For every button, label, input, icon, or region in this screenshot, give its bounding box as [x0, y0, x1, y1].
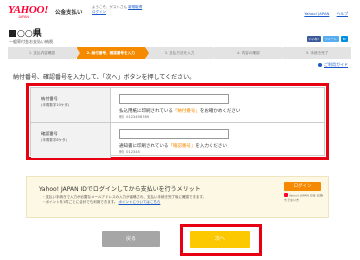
payment-number-label-text: 納付番号	[41, 96, 58, 101]
page-subtitle: 一般寄付金お支払い納税	[9, 39, 53, 44]
confirm-number-help-prefix: 通知書に印刷されている	[119, 144, 169, 149]
payment-number-hint: (半角数字10ケタ)	[41, 103, 70, 107]
back-button[interactable]: 戻る	[102, 231, 160, 247]
payment-number-help-suffix: をお確かめください	[199, 109, 241, 114]
hatena-bookmark-button[interactable]: B!	[340, 36, 348, 42]
merit-list: 支払い手続きで入力が必要なメールアドレスの入力が省略され、支払い手続き完了後に確…	[42, 195, 207, 205]
guide-link-label: ご利用ガイド	[324, 62, 348, 67]
next-button-highlight: 次へ	[180, 224, 262, 256]
yahoo-logo[interactable]: YAHOO! JAPAN	[8, 5, 48, 20]
signup-link[interactable]: 新規取得	[128, 5, 142, 9]
merit-item: ポイントを1件ごとに合計でも利用できます。 ポイントについてはこちら	[42, 200, 206, 205]
payment-number-input[interactable]	[119, 94, 229, 104]
payment-number-row: 納付番号 (半角数字10ケタ) 払込用紙に印刷されている「納付番号」をお確かめく…	[31, 88, 324, 123]
share-buttons: いいね! ツイート B!	[306, 36, 348, 42]
confirm-number-help-suffix: を入力ください	[195, 144, 227, 149]
no-id-note[interactable]: Yahoo! JAPAN IDを お持ちでない方	[284, 193, 324, 202]
step-5: 5. 手続き完了	[283, 47, 351, 59]
step-4: 4. 内容の確認	[214, 47, 286, 59]
login-link[interactable]: ログイン	[92, 10, 106, 14]
next-button[interactable]: 次へ	[190, 231, 250, 248]
instruction-text: 納付番号、確認番号を入力して、「次へ」ボタンを押してください。	[13, 74, 196, 81]
top-links: Yahoo! JAPAN ヘルプ	[298, 11, 348, 17]
service-name: 公金支払い	[55, 10, 83, 16]
page-title: ○○県	[9, 26, 42, 39]
confirm-number-row: 確認番号 (半角数字6ケタ) 通知書に印刷されている「確認番号」を入力ください …	[31, 123, 324, 158]
payment-number-help-highlight: 「納付番号」	[172, 109, 200, 114]
help-link[interactable]: ヘルプ	[337, 11, 348, 16]
yahoo-japan-link[interactable]: Yahoo! JAPAN	[304, 11, 329, 16]
step-2-current: 2. 納付番号、確認番号を入力	[76, 47, 149, 59]
login-merit-panel: Yahoo! JAPAN IDでログインしてから支払いを行うメリット 支払い手続…	[26, 176, 329, 218]
form-table: 納付番号 (半角数字10ケタ) 払込用紙に印刷されている「納付番号」をお確かめく…	[30, 87, 325, 158]
confirm-number-input[interactable]	[119, 129, 229, 139]
no-id-note-text: Yahoo! JAPAN IDを お持ちでない方	[284, 193, 323, 202]
merit-item-text: ポイントを1件ごとに合計でも利用できます。	[45, 200, 118, 204]
login-button[interactable]: ログイン	[284, 182, 321, 191]
greeting-text: ようこそ、ゲストさん	[92, 5, 127, 9]
payment-number-example: 例）0123456789	[119, 115, 150, 119]
confirm-number-help-highlight: 「確認番号」	[168, 144, 196, 149]
payment-number-help-prefix: 払込用紙に印刷されている	[119, 109, 173, 114]
step-1: 1. 支払内容確認	[8, 47, 80, 59]
points-info-link[interactable]: ポイントについてはこちら	[119, 200, 161, 204]
confirm-number-hint: (半角数字6ケタ)	[41, 138, 67, 142]
yahoo-id-icon	[284, 193, 288, 197]
payment-number-label: 納付番号 (半角数字10ケタ)	[31, 88, 111, 122]
guide-bullet-icon	[318, 62, 322, 67]
greeting: ようこそ、ゲストさん 新規取得 ログイン	[92, 5, 142, 15]
progress-steps: 1. 支払内容確認 2. 納付番号、確認番号を入力 3. 支払方法を入力 4. …	[8, 47, 352, 59]
municipality-name: ○○県	[17, 29, 42, 39]
confirm-number-help: 通知書に印刷されている「確認番号」を入力ください	[119, 143, 227, 149]
municipality-mark-icon	[9, 29, 16, 37]
confirm-number-example: 例）012345	[119, 150, 140, 154]
payment-number-help: 払込用紙に印刷されている「納付番号」をお確かめください	[119, 108, 240, 114]
confirm-number-label-text: 確認番号	[41, 131, 58, 136]
tweet-button[interactable]: ツイート	[322, 36, 339, 42]
confirm-number-label: 確認番号 (半角数字6ケタ)	[31, 123, 111, 158]
step-3: 3. 支払方法を入力	[145, 47, 218, 59]
number-entry-form: 納付番号 (半角数字10ケタ) 払込用紙に印刷されている「納付番号」をお確かめく…	[26, 83, 329, 160]
usage-guide-link[interactable]: ご利用ガイド	[318, 62, 348, 68]
login-merit-title: Yahoo! JAPAN IDでログインしてから支払いを行うメリット	[39, 186, 201, 193]
facebook-like-button[interactable]: いいね!	[306, 36, 321, 42]
